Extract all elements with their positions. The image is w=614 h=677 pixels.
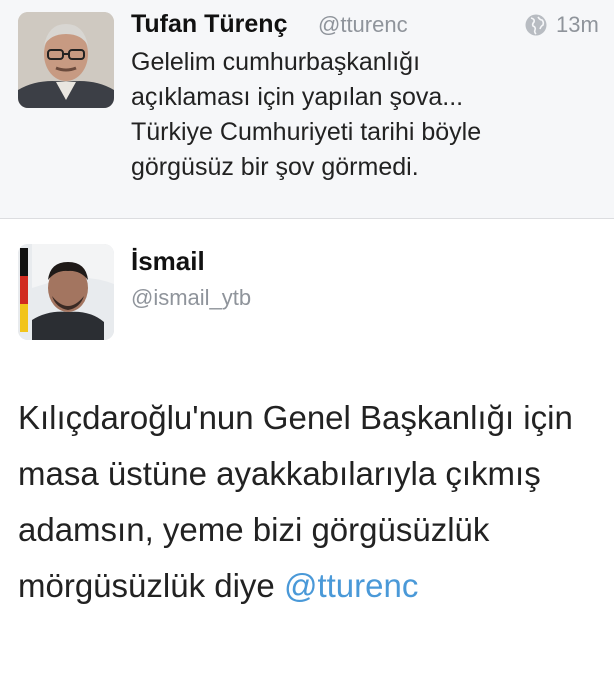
quoted-tweet-text: Gelelim cumhurbaşkanlığı açıklaması için… [131,48,482,181]
globe-icon [524,13,548,37]
quoted-author-handle[interactable]: @tturenc [318,12,408,38]
quoted-author-name[interactable]: Tufan Türenç [131,10,287,39]
tufan-turenc-avatar[interactable] [18,12,114,108]
quoted-tweet[interactable]: Tufan Türenç @tturenc 13m Gelelim cumhur… [0,0,614,219]
main-author-name[interactable]: İsmail [131,246,205,277]
main-author-handle[interactable]: @ismail_ytb [131,285,251,311]
quoted-timestamp: 13m [556,12,599,37]
ismail-avatar[interactable] [18,244,114,340]
mention-link[interactable]: @tturenc [284,567,418,604]
main-tweet-text: Kılıçdaroğlu'nun Genel Başkanlığı için m… [18,390,608,614]
